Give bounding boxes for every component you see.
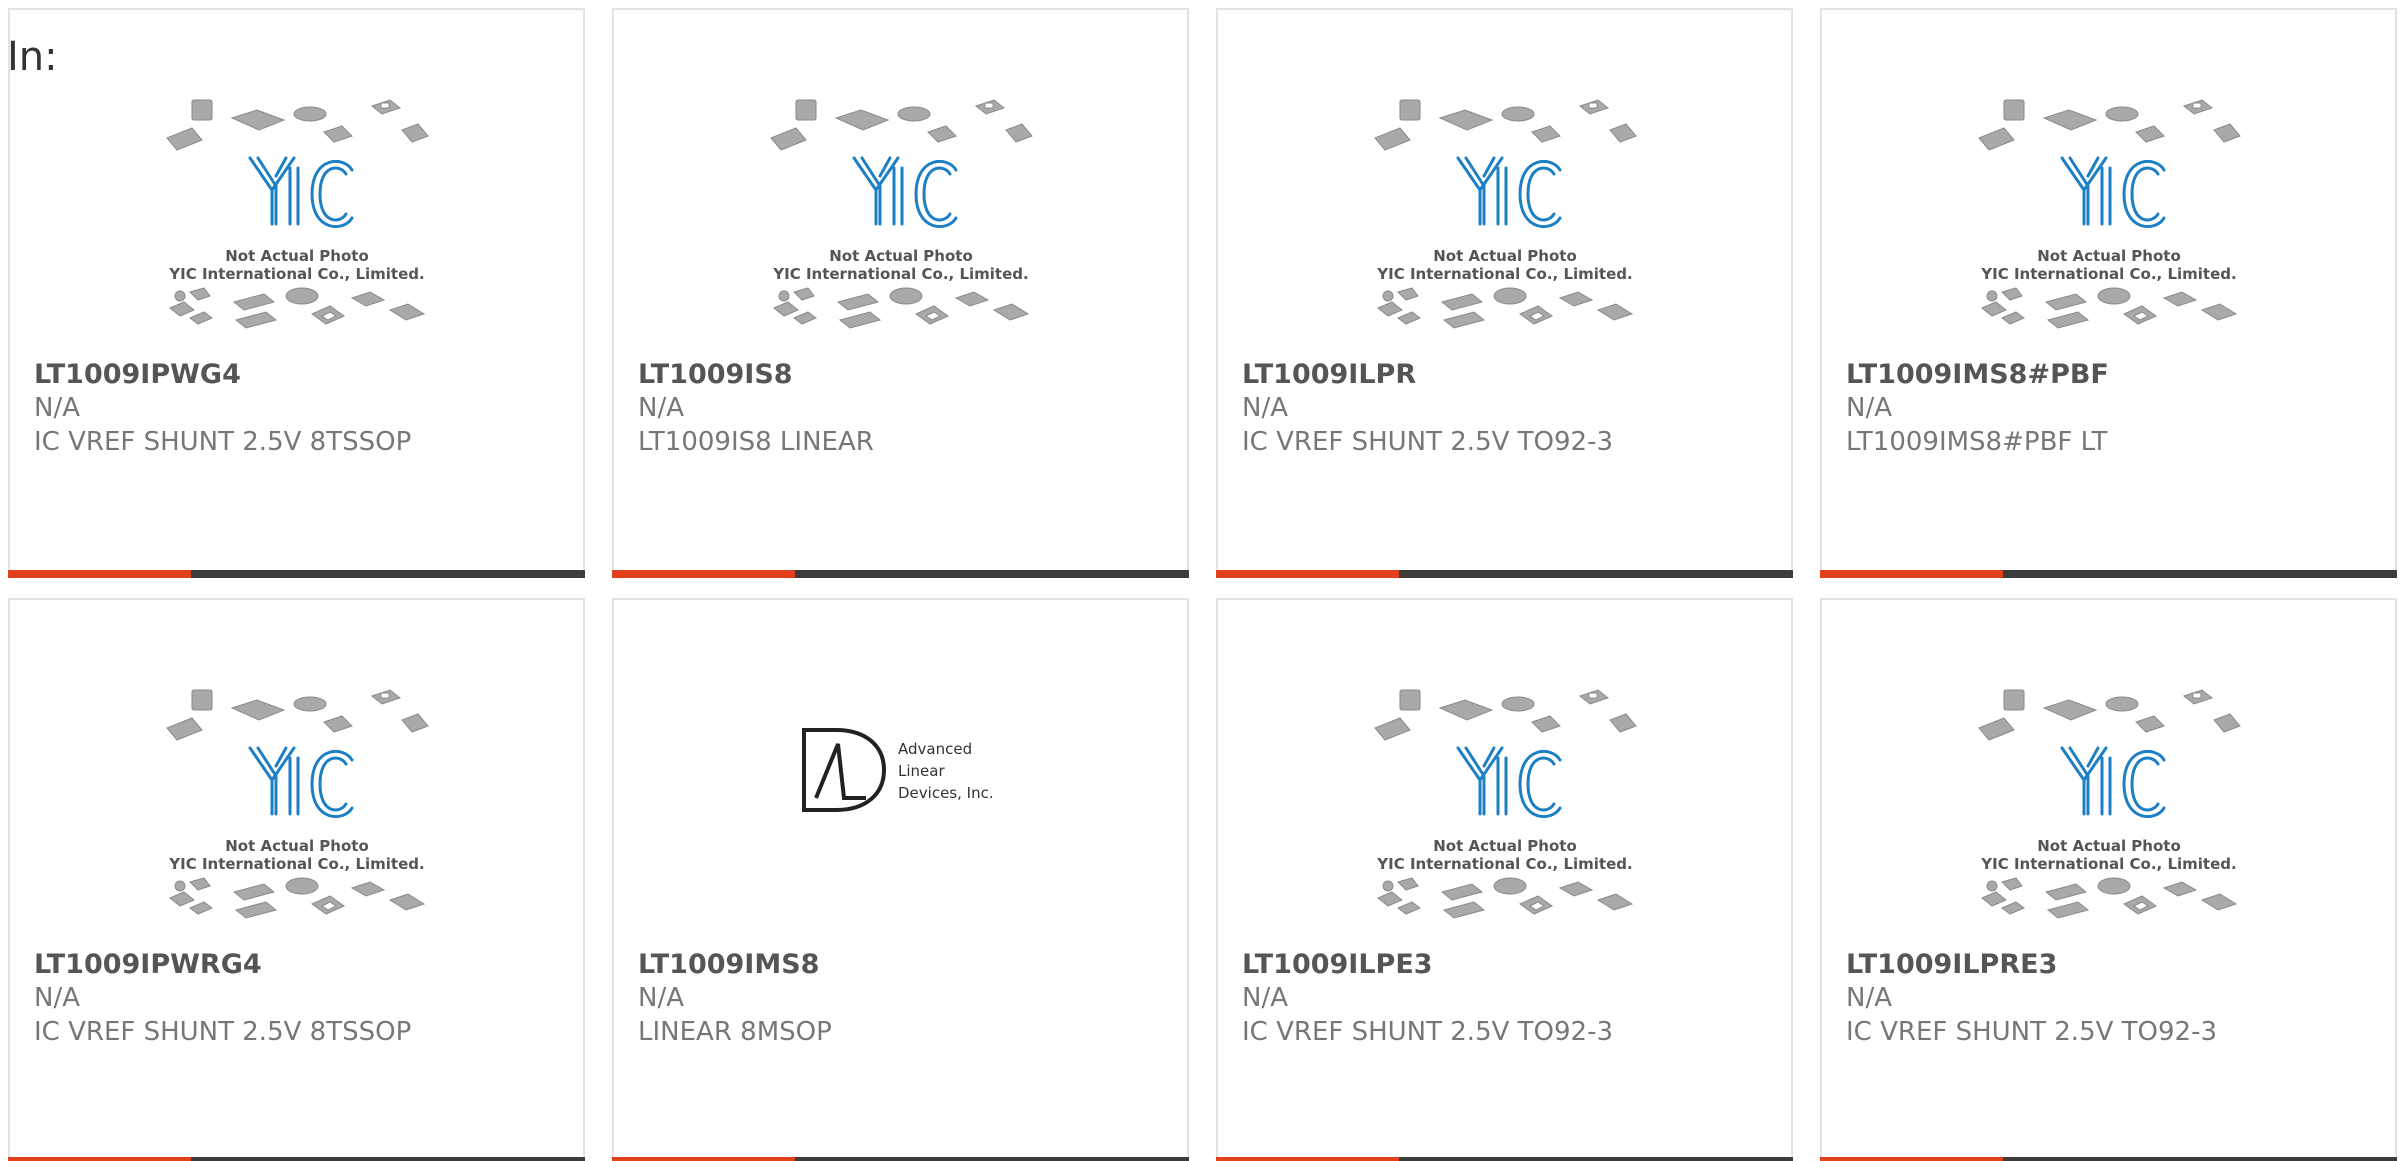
placeholder-caption: Not Actual Photo bbox=[2037, 247, 2181, 265]
product-card[interactable]: Not Actual Photo YIC International Co., … bbox=[1216, 8, 1793, 578]
product-image[interactable]: Not Actual Photo YIC International Co., … bbox=[1218, 688, 1791, 948]
product-image[interactable]: Not Actual Photo YIC International Co., … bbox=[1822, 688, 2395, 948]
product-image[interactable]: Not Actual Photo YIC International Co., … bbox=[614, 98, 1187, 358]
card-bar bbox=[1820, 1157, 2397, 1161]
card-bar bbox=[612, 570, 1189, 578]
manufacturer: N/A bbox=[34, 983, 80, 1013]
part-number[interactable]: LT1009ILPR bbox=[1242, 358, 1781, 391]
placeholder-caption: Not Actual Photo bbox=[1433, 837, 1577, 855]
yic-placeholder-image: Not Actual Photo YIC International Co., … bbox=[1977, 99, 2241, 329]
placeholder-caption: Not Actual Photo bbox=[225, 837, 369, 855]
adi-logo-line3: Devices, Inc. bbox=[898, 784, 994, 802]
part-number[interactable]: LT1009IPWG4 bbox=[34, 358, 573, 391]
card-bar bbox=[8, 1157, 585, 1161]
placeholder-company: YIC International Co., Limited. bbox=[1980, 265, 2236, 283]
product-description: LT1009IMS8#PBF LT bbox=[1846, 427, 2108, 457]
card-bar bbox=[1216, 570, 1793, 578]
product-description: IC VREF SHUNT 2.5V 8TSSOP bbox=[34, 427, 412, 457]
card-bar-accent bbox=[8, 1157, 191, 1161]
yic-placeholder-image: Not Actual Photo YIC International Co., … bbox=[165, 689, 429, 919]
placeholder-caption: Not Actual Photo bbox=[829, 247, 973, 265]
product-card[interactable]: Not Actual Photo YIC International Co., … bbox=[8, 598, 585, 1161]
placeholder-caption: Not Actual Photo bbox=[225, 247, 369, 265]
part-number[interactable]: LT1009IPWRG4 bbox=[34, 948, 573, 981]
card-bar-accent bbox=[612, 570, 795, 578]
product-card[interactable]: Not Actual Photo YIC International Co., … bbox=[1216, 598, 1793, 1161]
product-image[interactable]: Not Actual Photo YIC International Co., … bbox=[10, 98, 583, 358]
card-bar bbox=[1216, 1157, 1793, 1161]
part-number[interactable]: LT1009ILPE3 bbox=[1242, 948, 1781, 981]
placeholder-company: YIC International Co., Limited. bbox=[772, 265, 1028, 283]
yic-placeholder-image: Not Actual Photo YIC International Co., … bbox=[1373, 689, 1637, 919]
manufacturer: N/A bbox=[638, 393, 684, 423]
product-card[interactable]: Not Actual Photo YIC International Co., … bbox=[8, 8, 585, 578]
manufacturer: N/A bbox=[1846, 983, 1892, 1013]
manufacturer: N/A bbox=[1242, 983, 1288, 1013]
product-description: LINEAR 8MSOP bbox=[638, 1017, 832, 1047]
placeholder-company: YIC International Co., Limited. bbox=[1376, 265, 1632, 283]
adi-logo-image: Advanced Linear Devices, Inc. bbox=[801, 728, 994, 812]
part-number[interactable]: LT1009ILPRE3 bbox=[1846, 948, 2385, 981]
card-bar-accent bbox=[8, 570, 191, 578]
card-bar-accent bbox=[1820, 570, 2003, 578]
placeholder-caption: Not Actual Photo bbox=[2037, 837, 2181, 855]
product-image[interactable]: Advanced Linear Devices, Inc. bbox=[614, 688, 1187, 948]
in-label: In: bbox=[7, 34, 58, 80]
card-bar-accent bbox=[1216, 570, 1399, 578]
yic-placeholder-image: Not Actual Photo YIC International Co., … bbox=[1373, 99, 1637, 329]
placeholder-company: YIC International Co., Limited. bbox=[1376, 855, 1632, 873]
product-card[interactable]: Advanced Linear Devices, Inc. LT1009IMS8… bbox=[612, 598, 1189, 1161]
part-number[interactable]: LT1009IMS8 bbox=[638, 948, 1177, 981]
card-bar-accent bbox=[1216, 1157, 1399, 1161]
product-image[interactable]: Not Actual Photo YIC International Co., … bbox=[1822, 98, 2395, 358]
product-card[interactable]: Not Actual Photo YIC International Co., … bbox=[612, 8, 1189, 578]
product-grid: Not Actual Photo YIC International Co., … bbox=[0, 0, 2400, 1161]
manufacturer: N/A bbox=[1846, 393, 1892, 423]
card-bar-accent bbox=[1820, 1157, 2003, 1161]
placeholder-company: YIC International Co., Limited. bbox=[1980, 855, 2236, 873]
placeholder-caption: Not Actual Photo bbox=[1433, 247, 1577, 265]
product-description: IC VREF SHUNT 2.5V TO92-3 bbox=[1242, 1017, 1614, 1047]
product-description: IC VREF SHUNT 2.5V TO92-3 bbox=[1242, 427, 1614, 457]
yic-placeholder-image: Not Actual Photo YIC International Co., … bbox=[165, 99, 429, 329]
part-number[interactable]: LT1009IMS8#PBF bbox=[1846, 358, 2385, 391]
product-image[interactable]: Not Actual Photo YIC International Co., … bbox=[1218, 98, 1791, 358]
card-bar bbox=[8, 570, 585, 578]
product-description: IC VREF SHUNT 2.5V 8TSSOP bbox=[34, 1017, 412, 1047]
card-bar-accent bbox=[612, 1157, 795, 1161]
adi-logo-line1: Advanced bbox=[898, 740, 972, 758]
yic-placeholder-image: Not Actual Photo YIC International Co., … bbox=[769, 99, 1033, 329]
manufacturer: N/A bbox=[638, 983, 684, 1013]
manufacturer: N/A bbox=[1242, 393, 1288, 423]
product-image[interactable]: Not Actual Photo YIC International Co., … bbox=[10, 688, 583, 948]
product-description: LT1009IS8 LINEAR bbox=[638, 427, 874, 457]
product-card[interactable]: Not Actual Photo YIC International Co., … bbox=[1820, 598, 2397, 1161]
yic-placeholder-image: Not Actual Photo YIC International Co., … bbox=[1977, 689, 2241, 919]
product-card[interactable]: Not Actual Photo YIC International Co., … bbox=[1820, 8, 2397, 578]
adi-logo-line2: Linear bbox=[898, 762, 945, 780]
product-description: IC VREF SHUNT 2.5V TO92-3 bbox=[1846, 1017, 2218, 1047]
manufacturer: N/A bbox=[34, 393, 80, 423]
card-bar bbox=[612, 1157, 1189, 1161]
part-number[interactable]: LT1009IS8 bbox=[638, 358, 1177, 391]
placeholder-company: YIC International Co., Limited. bbox=[168, 855, 424, 873]
placeholder-company: YIC International Co., Limited. bbox=[168, 265, 424, 283]
card-bar bbox=[1820, 570, 2397, 578]
